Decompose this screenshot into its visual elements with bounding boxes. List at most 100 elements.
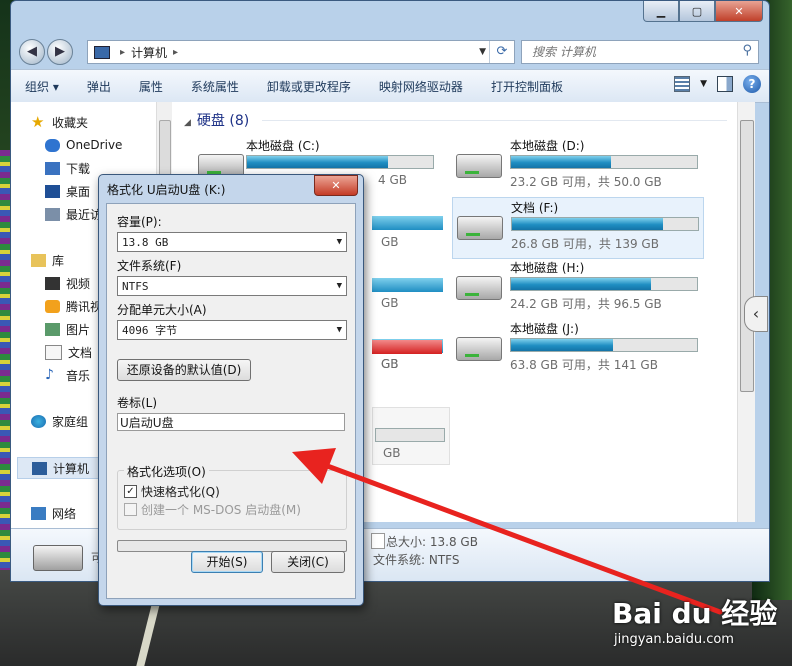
drive-usage-bar [511,217,699,231]
drive-usage-fill-red [372,340,442,354]
group-title: 硬盘 (8) [196,113,250,129]
back-button[interactable]: ◀ [19,39,45,65]
drive-d[interactable]: 本地磁盘 (D:) 23.2 GB 可用，共 50.0 GB [452,136,702,196]
change-view-icon[interactable] [674,76,691,92]
nav-videos[interactable]: 视频 [45,273,90,293]
format-options-legend: 格式化选项(O) [124,463,209,480]
drive-h[interactable]: 本地磁盘 (H:) 24.2 GB 可用，共 96.5 GB [452,258,702,318]
minimize-button[interactable]: ▁ [643,1,679,22]
chevron-down-icon: ▼ [336,325,342,335]
restore-defaults-button[interactable]: 还原设备的默认值(D) [117,359,251,381]
drive-usage-fill [511,156,612,168]
nav-documents[interactable]: 文档 [45,342,92,362]
homegroup-icon [31,414,46,428]
group-header[interactable]: ◢ 硬盘 (8) [184,110,249,130]
network-icon [31,506,46,520]
search-input[interactable] [530,41,734,63]
cloud-icon [45,138,60,152]
drive-usage-bar [510,338,698,352]
breadcrumb-separator-icon: ▸ [173,46,179,58]
forward-button[interactable]: ▶ [47,39,73,65]
details-icon [371,533,385,549]
details-filesystem: 文件系统: NTFS [373,553,460,567]
nav-network[interactable]: 网络 [31,503,76,523]
drive-info: GB [381,235,399,249]
caption-buttons: ▁ ▢ ✕ [643,1,763,22]
computer-icon [94,45,110,59]
quick-format-checkbox[interactable]: ✓ 快速格式化(Q) [124,483,220,500]
capacity-value: 13.8 GB [122,235,169,249]
hard-drive-icon [456,276,502,300]
nav-label: 视频 [66,276,91,291]
collapse-icon[interactable]: ◢ [184,118,191,128]
allocation-unit-select[interactable]: 4096 字节 ▼ [117,320,347,340]
nav-libraries[interactable]: 库 [31,250,64,270]
help-icon[interactable]: ? [743,75,761,93]
volume-label-input[interactable]: U启动U盘 [117,413,345,431]
command-bar: 组织 ▾ 弹出 属性 系统属性 卸载或更改程序 映射网络驱动器 打开控制面板 ▼… [11,69,769,103]
capacity-select[interactable]: 13.8 GB ▼ [117,232,347,252]
msdos-checkbox[interactable]: 创建一个 MS-DOS 启动盘(M) [124,501,301,518]
close-button[interactable]: 关闭(C) [271,551,345,573]
video-icon [45,276,60,290]
nav-tencent-video[interactable]: 腾讯视 [45,296,102,316]
start-button[interactable]: 开始(S) [191,551,263,573]
sidebar-expand-icon[interactable]: ‹ [744,296,768,332]
nav-pictures[interactable]: 图片 [45,319,90,339]
dialog-title: 格式化 U启动U盘 (K:) [107,183,226,197]
nav-recent[interactable]: 最近访 [45,204,102,224]
drive-removable[interactable]: GB [372,407,450,465]
dialog-close-icon[interactable]: ✕ [314,175,358,196]
nav-label: 计算机 [53,461,90,476]
close-window-button[interactable]: ✕ [715,1,763,22]
nav-label: OneDrive [66,138,123,152]
filesystem-value: NTFS [122,279,149,293]
properties-button[interactable]: 属性 [125,78,177,95]
nav-label: 图片 [66,322,91,337]
nav-desktop[interactable]: 桌面 [45,181,90,201]
address-row: ◀ ▶ ▸ 计算机 ▸ ▼ ⟳ ⚲ [11,37,769,65]
desktop-wallpaper-strip [0,150,10,570]
details-total-size: 总大小: 13.8 GB [386,535,478,549]
nav-music[interactable]: ♪ 音乐 [45,365,90,385]
hard-drive-icon [456,154,502,178]
eject-button[interactable]: 弹出 [73,78,125,95]
drive-f[interactable]: 文档 (F:) 26.8 GB 可用，共 139 GB [452,197,704,259]
view-dropdown-icon[interactable]: ▼ [700,79,707,89]
drive-j[interactable]: 本地磁盘 (J:) 63.8 GB 可用，共 141 GB [452,319,702,379]
document-icon [45,344,62,360]
drive-name: 文档 (F:) [511,201,559,215]
library-icon [31,253,46,267]
nav-homegroup[interactable]: 家庭组 [31,411,88,431]
search-icon[interactable]: ⚲ [742,43,752,58]
breadcrumb-separator-icon: ▸ [120,46,126,58]
group-divider [262,120,727,121]
drive-name: 本地磁盘 (D:) [510,139,585,153]
nav-label: 下载 [66,161,91,176]
drive-usage-bar [510,277,698,291]
maximize-button[interactable]: ▢ [679,1,715,22]
breadcrumb-computer[interactable]: 计算机 [131,44,167,61]
filesystem-select[interactable]: NTFS ▼ [117,276,347,296]
nav-favorites[interactable]: ★ 收藏夹 [31,112,88,132]
drive-info: 24.2 GB 可用，共 96.5 GB [510,297,662,311]
drive-info: 4 GB [378,173,407,187]
allocation-unit-label: 分配单元大小(A) [117,303,207,317]
content-scrollbar-thumb[interactable] [740,120,754,392]
baidu-logo: Bai du 经验 [612,597,778,630]
address-bar[interactable]: ▸ 计算机 ▸ ▼ ⟳ [87,40,515,64]
address-dropdown-icon[interactable]: ▼ [479,41,486,63]
music-icon: ♪ [45,366,54,383]
quick-format-label: 快速格式化(Q) [141,485,220,499]
nav-onedrive[interactable]: OneDrive [45,135,122,155]
chevron-down-icon: ▼ [336,237,342,247]
uninstall-program-button[interactable]: 卸载或更改程序 [253,78,365,95]
system-properties-button[interactable]: 系统属性 [177,78,253,95]
nav-downloads[interactable]: 下载 [45,158,90,178]
organize-button[interactable]: 组织 ▾ [11,78,73,95]
map-network-drive-button[interactable]: 映射网络驱动器 [365,78,477,95]
search-box: ⚲ [521,40,759,64]
refresh-icon[interactable]: ⟳ [489,41,514,63]
open-control-panel-button[interactable]: 打开控制面板 [477,78,577,95]
preview-pane-icon[interactable] [717,76,733,92]
